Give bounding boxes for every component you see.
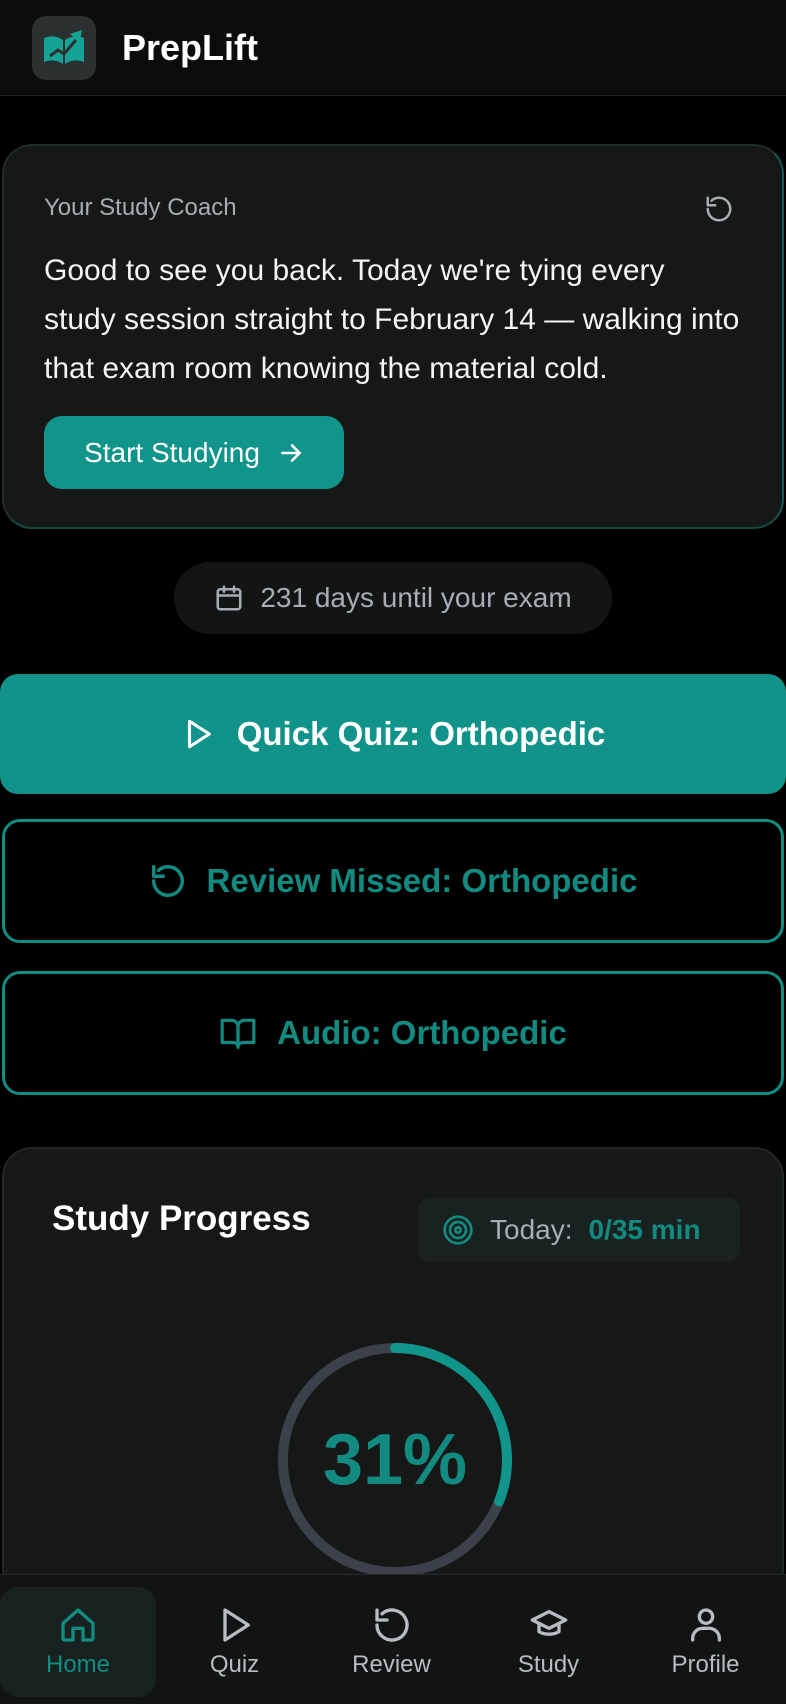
calendar-icon [216,585,242,611]
progress-title: Study Progress [52,1199,311,1238]
progress-percent: 31% [322,1420,468,1500]
play-icon [187,719,211,749]
arrow-right-icon [280,443,301,462]
today-label: Today: [490,1214,573,1245]
nav-label-review: Review [352,1651,431,1678]
nav-item-home[interactable]: Home [0,1587,156,1697]
countdown-text: 231 days until your exam [260,582,572,613]
study-coach-card: Your Study Coach Good to see you back. T… [2,144,784,529]
play-icon [222,1608,250,1642]
coach-label: Your Study Coach [44,194,237,221]
audio-label: Audio: Orthopedic [277,1014,567,1051]
app-logo [32,15,96,80]
target-icon [443,1215,473,1245]
nav-item-review[interactable]: Review [313,1587,470,1697]
exam-countdown: 231 days until your exam [174,562,612,634]
nav-label-home: Home [45,1651,111,1678]
refresh-icon[interactable] [704,194,734,224]
open-book-growth-icon [44,29,84,64]
start-studying-label: Start Studying [84,436,260,468]
quick-quiz-label: Quick Quiz: Orthopedic [236,715,606,752]
graduation-cap-icon [530,1610,567,1636]
user-icon [690,1608,721,1642]
nav-item-quiz[interactable]: Quiz [156,1587,313,1697]
audio-button[interactable]: Audio: Orthopedic [2,971,784,1095]
app-screen: PrepLift Your Study Coach Good to see yo… [0,0,786,1704]
nav-label-study: Study [517,1651,580,1678]
home-icon [61,1608,95,1642]
open-book-icon [220,1018,256,1049]
app-title: PrepLift [122,26,259,68]
quick-quiz-button[interactable]: Quick Quiz: Orthopedic [0,674,786,794]
today-goal-badge: Today: 0/35 min [418,1198,740,1262]
start-studying-button[interactable]: Start Studying [44,416,344,489]
nav-label-quiz: Quiz [209,1651,260,1678]
review-missed-button[interactable]: Review Missed: Orthopedic [2,819,784,943]
refresh-icon [151,865,184,897]
refresh-icon [374,1608,409,1642]
today-value: 0/35 min [588,1214,701,1245]
nav-item-profile[interactable]: Profile [627,1587,784,1697]
review-missed-label: Review Missed: Orthopedic [206,862,638,899]
nav-item-study[interactable]: Study [470,1587,627,1697]
bottom-nav: Home Quiz Review Study Profile [0,1574,786,1704]
app-header: PrepLift [0,0,786,96]
coach-message: Good to see you back. Today we're tying … [44,254,740,385]
nav-label-profile: Profile [671,1651,740,1678]
